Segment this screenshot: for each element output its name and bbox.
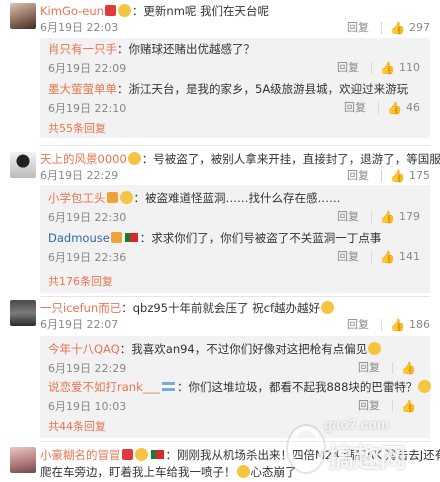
emoji-icon [418,380,432,393]
thumbs-up-icon[interactable]: 👍 [387,101,402,115]
reply-item: 肖只有一只手：你赌球还赌出优越感了？ 6月19日 22:09 回复 👍 110 [48,42,420,75]
watermark-name: 搞趣网 [328,444,407,474]
more-replies-link[interactable]: 共44条回复 [48,420,106,434]
reply-button[interactable]: 回复 [337,61,359,75]
flag-icon [124,233,138,242]
avatar[interactable] [10,3,36,29]
avatar[interactable] [10,447,36,473]
avatar[interactable] [10,300,36,326]
divider [371,211,373,223]
flag-icon [150,450,164,459]
comment-actions: 回复 👍 186 [347,318,430,332]
replies-box: 小学包工头 ：被盗难道怪蓝洞……找什么存在感…… 6月19日 22:30 回复 👍… [40,185,430,293]
like-count: 110 [399,61,420,74]
reply-button[interactable]: 回复 [347,169,369,183]
emoji-icon [368,342,382,355]
thumbs-up-icon[interactable]: 👍 [380,210,395,224]
watermark-url: gao7.com [324,416,390,432]
reply-actions: 回复 👍 [358,399,420,413]
divider [381,22,383,34]
heart-badge-icon [121,449,133,460]
username-link[interactable]: 肖只有一只手 [48,42,117,56]
like-count: 46 [406,101,420,114]
emoji-icon [117,4,131,17]
comment-text: 一只icefun而已：qbz95十年前就会压了 祝cf越办越好 [40,300,335,316]
more-replies-link[interactable]: 共176条回复 [48,275,113,289]
comment-text-continued: 爬在车旁边，盯着我上车给我一喷子！ 心态崩了 [40,465,297,479]
divider [392,400,394,412]
divider [381,170,383,182]
reply-actions: 回复 👍 46 [344,101,420,115]
reply-button[interactable]: 回复 [344,101,366,115]
badge-icon [110,232,122,243]
more-replies-link[interactable]: 共55条回复 [48,122,106,136]
timestamp: 6月19日 22:03 [40,21,119,34]
reply-actions: 回复 👍 [358,361,420,375]
reply-actions: 回复 👍 141 [337,250,420,264]
thumbs-up-icon[interactable]: 👍 [390,169,405,183]
divider [40,296,430,297]
reply-button[interactable]: 回复 [358,399,380,413]
username-link[interactable]: 小学包工头 [48,191,106,205]
emoji-icon [127,152,141,165]
reply-item: 小学包工头 ：被盗难道怪蓝洞……找什么存在感…… 6月19日 22:30 回复 👍… [48,191,420,224]
badge-icon [106,192,118,203]
timestamp: 6月19日 22:29 [40,169,119,182]
comment-text: KimGo-eun ：更新nm呢 我们在天台呢 [40,4,270,18]
comment-thread: KimGo-eun ：更新nm呢 我们在天台呢 6月19日 22:03 回复 👍 … [0,0,440,138]
comment-actions: 回复 👍 297 [347,21,430,35]
emoji-icon [134,448,148,461]
divider [371,251,373,263]
thumbs-up-icon[interactable]: 👍 [380,61,395,75]
emoji-icon [321,301,335,314]
reply-button[interactable]: 回复 [347,318,369,332]
username-link[interactable]: 今年十八QAQ [48,342,120,356]
username-link[interactable]: 一只icefun而已 [40,301,121,315]
emoji-icon [119,191,133,204]
reply-actions: 回复 👍 179 [337,210,420,224]
reply-button[interactable]: 回复 [337,250,359,264]
watermark-logo: gao7.com 搞趣网 [288,416,438,478]
thumbs-up-icon[interactable]: 👍 [380,250,395,264]
reply-item: 墨大萤萤单单：浙江天台，是我的家乡，5A级旅游县城，欢迎过来游玩 6月19日 2… [48,82,420,115]
star-badge-icon [104,5,116,16]
like-count: 175 [409,169,430,182]
reply-item: 说恋爱不如打rank___ ：你们这堆垃圾，都看不起我888块的巴雷特？ 6月19… [48,380,432,414]
comment-text: 天上的风景0000 ：号被盗了，被别人拿来开挂，直接封了，退游了，等国服 [40,152,440,166]
reply-button[interactable]: 回复 [347,21,369,35]
like-count: 297 [409,21,430,34]
thumbs-up-icon[interactable]: 👍 [390,21,405,35]
reply-button[interactable]: 回复 [337,210,359,224]
avatar[interactable] [10,152,36,178]
username-link[interactable]: Dadmouse [48,231,110,245]
like-count: 186 [409,318,430,331]
divider [378,102,380,114]
thumbs-up-icon[interactable]: 👍 [390,318,405,332]
timestamp: 6月19日 22:07 [40,318,119,331]
reply-button[interactable]: 回复 [358,361,380,375]
username-link[interactable]: 说恋爱不如打rank___ [48,380,160,394]
thumbs-up-icon[interactable]: 👍 [401,361,416,375]
divider [371,62,373,74]
thumbs-up-icon[interactable]: 👍 [401,399,416,413]
flag-icon [161,382,175,391]
comment-actions: 回复 👍 175 [347,169,430,183]
like-count: 141 [399,250,420,263]
like-count: 179 [399,210,420,223]
username-link[interactable]: 天上的风景0000 [40,152,127,166]
reply-item: Dadmouse ：求求你们了，你们号被盗了不关蓝洞一丁点事 6月19日 22:3… [48,231,420,264]
divider [392,362,394,374]
swirl-logo-icon [288,426,324,472]
reply-item: 今年十八QAQ：我喜欢an94，不过你们好像对这把枪有点偏见 6月19日 22:… [48,342,422,376]
comment-thread: 天上的风景0000 ：号被盗了，被别人拿来开挂，直接封了，退游了，等国服 6月19… [0,148,440,298]
divider [381,319,383,331]
emoji-icon [236,465,250,478]
reply-actions: 回复 👍 110 [337,61,420,75]
username-link[interactable]: KimGo-eun [40,4,104,18]
divider [40,145,430,146]
username-link[interactable]: 小豪糊名的冒冒 [40,448,121,462]
username-link[interactable]: 墨大萤萤单单 [48,82,117,96]
replies-box: 肖只有一只手：你赌球还赌出优越感了？ 6月19日 22:09 回复 👍 110 … [40,38,430,138]
